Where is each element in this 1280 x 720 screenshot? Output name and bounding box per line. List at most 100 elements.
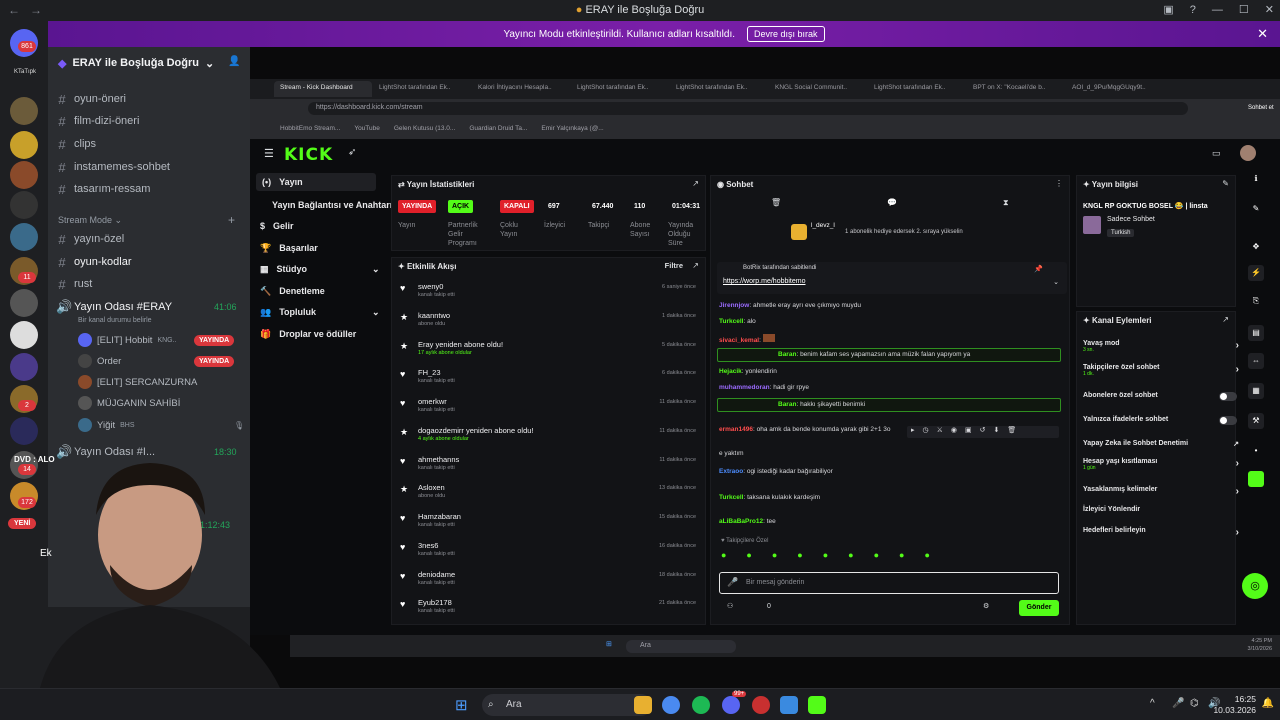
help-icon[interactable]: ? [1190,4,1196,16]
popout-icon[interactable]: ↗ [692,261,699,270]
lightning-icon[interactable]: ⚡ [1248,265,1264,281]
dot-icon[interactable]: • [1248,443,1264,459]
browser-tab[interactable]: BPT on X: "Kocaeli'de b.. [967,81,1065,97]
chat-message[interactable]: Jirennjow: ahmetle eray ayrı eve çıkmıyo… [719,302,1059,309]
chat-user[interactable]: Turkcell [719,318,743,325]
more-icon[interactable]: ⋮ [1055,179,1063,188]
notification-bell-icon[interactable]: 🔔 [1262,698,1274,709]
chat-user[interactable]: Baran [778,401,796,408]
kick-app-icon[interactable] [808,696,826,714]
channel-item[interactable]: # rust [56,275,92,293]
category-header[interactable]: Stream Mode ⌄ [58,215,122,226]
chat-message[interactable]: aLiBaBaPro12: tee [719,518,1059,525]
nav-stream[interactable]: (•) Yayın [256,173,376,191]
app-icon[interactable] [1248,471,1264,487]
voice-user[interactable]: MÜJGANIN SAHİBİ [78,394,180,412]
channel-item[interactable]: # yayın-özel [56,230,124,248]
pin-icon[interactable]: 📌 [1034,265,1043,273]
chat-user[interactable]: sivaci_kemal [719,337,759,344]
send-button[interactable]: Gönder [1019,600,1059,616]
action-slow-mode[interactable]: Yavaş mod 3 sn. › [1083,340,1239,353]
chat-user[interactable]: Jirennjow [719,302,749,309]
nav-achievements[interactable]: 🏆 Başarılar [260,239,318,257]
network-icon[interactable]: ⌬ [1190,698,1199,709]
url-input[interactable]: https://dashboard.kick.com/stream [308,101,1188,115]
chat-user[interactable]: Baran [778,351,796,358]
server-icon[interactable] [10,161,38,189]
add-channel-icon[interactable]: + [228,213,235,227]
profile-button[interactable]: Sohbet et [1248,105,1274,111]
invite-icon[interactable]: 👤 [228,56,240,67]
chat-input[interactable]: Bir mesaj gönderin [719,572,1059,594]
obs-icon[interactable] [752,696,770,714]
server-icon[interactable] [10,97,38,125]
voice-user[interactable]: [ELIT] Hobbit KNG.. YAYINDA [78,331,235,349]
chat-message[interactable]: Hejacik: yonlendirin [719,368,1059,375]
swap-icon[interactable]: ⇔ [1248,353,1264,369]
nav-stream-key[interactable]: Yayın Bağlantısı ve Anahtarı [272,196,392,214]
emote-row[interactable]: ●●●●●●●●● [721,550,1061,564]
server-icon[interactable] [10,417,38,445]
channel-item[interactable]: # clips [56,135,96,153]
action-goals[interactable]: Hedefleri belirleyin › [1083,527,1239,538]
voice-user[interactable]: Yiğit BHS 🎙 [78,416,244,434]
chat-message-highlight[interactable]: Baran: hakkı şikayetti benimki [717,398,1061,412]
chat-user[interactable]: aLiBaBaPro12 [719,518,763,525]
minimize-button[interactable]: — [1212,4,1223,16]
server-icon[interactable] [10,353,38,381]
windows-start-icon[interactable]: ⊞ [455,696,468,714]
taskbar-search[interactable]: Ara [482,694,652,716]
server-header[interactable]: ◆ ERAY ile Boşluğa Doğru ⌄ [58,53,243,73]
chrome-icon[interactable] [662,696,680,714]
spotify-icon[interactable] [692,696,710,714]
server-icon[interactable] [10,289,38,317]
popout-icon[interactable]: ↗ [1222,315,1229,324]
action-followers-only[interactable]: Takipçilere özel sohbet 1 dk. › [1083,364,1239,377]
disable-streamer-mode-button[interactable]: Devre dışı bırak [747,26,825,42]
channel-item[interactable]: # instamemes-sohbet [56,158,170,176]
tray-chevron-icon[interactable]: ^ [1150,698,1155,709]
mic-icon[interactable]: 🎤 [1172,698,1184,709]
browser-tab[interactable]: AOI_d_9Pu/MqgGUqy9t.. [1066,81,1164,97]
pinned-link[interactable]: https://worp.me/hobbitemo [723,278,806,285]
action-banned-words[interactable]: Yasaklanmış kelimeler › [1083,486,1239,497]
emote-only-toggle[interactable] [1219,416,1237,425]
chat-user[interactable]: Hejacik [719,368,742,375]
menu-icon[interactable]: ☰ [264,147,274,160]
action-host[interactable]: İzleyici Yönlendir [1083,506,1233,513]
voice-channel[interactable]: 🔊 Yayın Odası #ERAY 41:06 [56,298,237,316]
system-clock[interactable]: 16:25 10.03.2026 [1213,694,1256,716]
chat-user[interactable]: Extraoo [719,468,743,475]
channel-item[interactable]: # oyun-kodlar [56,253,131,271]
trash-icon[interactable]: 🗑 [771,198,781,207]
voice-user[interactable]: Order YAYINDA [78,352,235,370]
subs-only-toggle[interactable] [1219,392,1237,401]
browser-tab[interactable]: Stream - Kick Dashboard [274,81,372,97]
nav-studio[interactable]: ▦ Stüdyo ⌄ [260,260,380,278]
hourglass-icon[interactable]: ⧗ [1003,198,1009,208]
inbox-icon[interactable]: ▣ [1163,3,1173,16]
channel-item[interactable]: # oyun-öneri [56,90,126,108]
chat-message[interactable]: sivaci_kemal: [719,334,1059,344]
app-icon[interactable] [780,696,798,714]
chat-message[interactable]: Extraoo: ogi istediği kadar bağırabiliyo… [719,468,1059,475]
chat-message[interactable]: e yaktım [719,450,1059,457]
discord-icon[interactable] [722,696,740,714]
server-icon[interactable] [10,191,38,219]
copy-icon[interactable]: ⎘ [1248,293,1264,309]
server-icon[interactable] [10,131,38,159]
browser-tab[interactable]: LightShot tarafından Ek.. [868,81,966,97]
support-icon[interactable]: ◎ [1242,573,1268,599]
browser-tab[interactable]: LightShot tarafından Ek.. [571,81,669,97]
browser-tab[interactable]: LightShot tarafından Ek.. [373,81,471,97]
bookmark-item[interactable]: YouTube [354,125,380,132]
mic-icon[interactable]: 🎤 [727,577,738,588]
kick-logo[interactable]: KICK [284,145,333,165]
chat-user[interactable]: muhammedoran [719,384,770,391]
browser-tab[interactable]: KNGL Social Communit.. [769,81,867,97]
server-icon[interactable] [10,321,38,349]
voice-status[interactable]: Bir kanal durumu belirle [78,317,152,324]
chat-message[interactable]: Turkcell: taksana kulakık kardeşim [719,494,1059,501]
server-icon[interactable] [10,223,38,251]
nav-community[interactable]: 👥 Topluluk ⌄ [260,303,380,321]
